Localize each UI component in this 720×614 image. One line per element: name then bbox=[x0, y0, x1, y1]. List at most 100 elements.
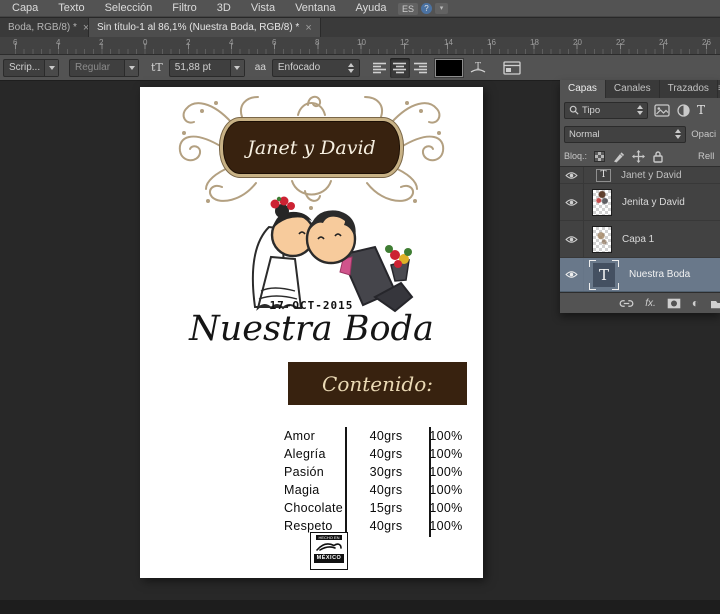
align-center-button[interactable] bbox=[390, 58, 410, 78]
layer-row-jenita-y-david[interactable]: Jenita y David bbox=[560, 184, 720, 221]
adjustment-layer-icon[interactable]: ◐ bbox=[692, 296, 699, 310]
eye-icon bbox=[565, 198, 578, 207]
lock-all-icon[interactable] bbox=[652, 150, 664, 163]
percent-cell: 100% bbox=[428, 519, 464, 533]
language-indicator[interactable]: ES bbox=[398, 3, 418, 15]
horizontal-ruler[interactable]: 6 4 2 0 2 4 6 8 10 12 14 16 18 20 22 24 … bbox=[0, 37, 720, 55]
menu-ayuda[interactable]: Ayuda bbox=[345, 0, 396, 17]
menu-seleccion[interactable]: Selección bbox=[95, 0, 163, 17]
help-icon[interactable]: ? bbox=[421, 3, 432, 14]
ruler-tick-label: 20 bbox=[573, 38, 582, 47]
close-icon[interactable]: × bbox=[305, 22, 311, 34]
item-cell: Pasión bbox=[282, 465, 344, 479]
table-row: Magia 40grs 100% bbox=[282, 481, 464, 499]
adjustment-filter-icon[interactable] bbox=[676, 104, 691, 117]
selected-layer-thumbnail[interactable]: T bbox=[589, 260, 619, 290]
weight-cell: 40grs bbox=[344, 483, 428, 497]
warp-text-button[interactable]: T bbox=[468, 58, 488, 78]
lock-position-icon[interactable] bbox=[632, 150, 645, 163]
language-bar: ES ? ▾ bbox=[398, 1, 448, 16]
ruler-tick-label: 8 bbox=[315, 38, 319, 47]
weight-cell: 40grs bbox=[344, 429, 428, 443]
visibility-toggle[interactable] bbox=[560, 221, 584, 257]
lock-row: Bloq.: Rell bbox=[560, 146, 720, 166]
document-tab-sin-titulo[interactable]: Sin título-1 al 86,1% (Nuestra Boda, RGB… bbox=[89, 18, 321, 37]
visibility-toggle[interactable] bbox=[560, 184, 584, 220]
stepper-icon bbox=[637, 105, 643, 115]
menu-3d[interactable]: 3D bbox=[207, 0, 241, 17]
font-family-value: Scrip... bbox=[9, 62, 40, 73]
tab-canales[interactable]: Canales bbox=[606, 80, 660, 98]
text-color-swatch[interactable] bbox=[436, 60, 462, 76]
tab-label: Boda, RGB/8) * bbox=[8, 22, 77, 33]
document-tab-bar: Boda, RGB/8) * × Sin título-1 al 86,1% (… bbox=[0, 18, 720, 37]
lock-transparency-icon[interactable] bbox=[594, 151, 605, 162]
percent-cell: 100% bbox=[428, 483, 464, 497]
layer-thumbnail[interactable] bbox=[592, 226, 612, 253]
names-badge: Janet y David bbox=[220, 118, 403, 177]
blend-mode-select[interactable]: Normal bbox=[564, 126, 686, 143]
font-size-icon: tT bbox=[151, 61, 163, 74]
chevron-down-icon[interactable] bbox=[230, 60, 244, 76]
couple-names-text: Janet y David bbox=[247, 137, 375, 159]
layer-name: Janet y David bbox=[621, 170, 682, 181]
font-size-select[interactable]: 51,88 pt bbox=[169, 59, 245, 77]
visibility-toggle[interactable] bbox=[560, 167, 584, 183]
layer-mask-icon[interactable] bbox=[667, 298, 681, 309]
wedding-title-text: Nuestra Boda bbox=[140, 309, 483, 349]
layer-row-nuestra-boda-selected[interactable]: T Nuestra Boda bbox=[560, 258, 720, 292]
weight-cell: 40grs bbox=[344, 519, 428, 533]
layer-filter-select[interactable]: Tipo bbox=[564, 102, 648, 119]
menu-texto[interactable]: Texto bbox=[48, 0, 94, 17]
font-size-value: 51,88 pt bbox=[175, 62, 211, 73]
layer-thumbnail[interactable] bbox=[592, 189, 612, 216]
weight-cell: 30grs bbox=[344, 465, 428, 479]
document-canvas[interactable]: Janet y David bbox=[140, 87, 483, 578]
tab-capas[interactable]: Capas bbox=[560, 80, 606, 98]
tab-label: Sin título-1 al 86,1% (Nuestra Boda, RGB… bbox=[97, 22, 299, 33]
table-row: Chocolate 15grs 100% bbox=[282, 499, 464, 517]
link-layers-icon[interactable] bbox=[619, 299, 634, 308]
ruler-tick-label: 14 bbox=[444, 38, 453, 47]
contents-table: Amor 40grs 100% Alegría 40grs 100% Pasió… bbox=[282, 427, 464, 535]
chevron-down-icon[interactable] bbox=[44, 60, 58, 76]
toggle-panels-button[interactable] bbox=[502, 58, 522, 78]
chevron-down-icon[interactable] bbox=[124, 60, 138, 76]
table-divider bbox=[345, 427, 347, 537]
layer-row-capa-1[interactable]: Capa 1 bbox=[560, 221, 720, 258]
menu-vista[interactable]: Vista bbox=[241, 0, 285, 17]
ruler-tick-label: 16 bbox=[487, 38, 496, 47]
align-left-button[interactable] bbox=[370, 58, 390, 78]
layer-style-icon[interactable]: fx. bbox=[645, 298, 656, 309]
ruler-tick-label: 2 bbox=[186, 38, 190, 47]
lock-pixels-icon[interactable] bbox=[612, 150, 625, 163]
stamp-bottom-text: MÉXICO bbox=[314, 554, 344, 563]
menu-ventana[interactable]: Ventana bbox=[285, 0, 345, 17]
pixel-filter-icon[interactable] bbox=[654, 104, 670, 117]
table-divider bbox=[429, 427, 431, 537]
contents-header-text: Contenido: bbox=[322, 372, 433, 396]
menu-filtro[interactable]: Filtro bbox=[162, 0, 206, 17]
menu-capa[interactable]: Capa bbox=[2, 0, 48, 17]
font-family-select[interactable]: Scrip... bbox=[3, 59, 59, 77]
tab-trazados[interactable]: Trazados bbox=[660, 80, 718, 98]
window-footer bbox=[0, 600, 720, 614]
text-layer-icon: T bbox=[596, 169, 611, 182]
layer-row-janet-y-david[interactable]: T Janet y David bbox=[560, 167, 720, 184]
visibility-toggle[interactable] bbox=[560, 258, 584, 291]
font-style-select[interactable]: Regular bbox=[69, 59, 139, 77]
language-menu-icon[interactable]: ▾ bbox=[435, 3, 448, 14]
lock-label: Bloq.: bbox=[564, 151, 587, 161]
item-cell: Alegría bbox=[282, 447, 344, 461]
new-group-icon[interactable] bbox=[710, 298, 720, 309]
stepper-icon bbox=[348, 63, 354, 73]
contents-header-box: Contenido: bbox=[288, 362, 467, 405]
ruler-tick-label: 6 bbox=[13, 38, 17, 47]
document-tab-boda[interactable]: Boda, RGB/8) * × bbox=[0, 18, 89, 37]
anti-alias-select[interactable]: Enfocado bbox=[272, 59, 360, 77]
ruler-tick-label: 4 bbox=[56, 38, 60, 47]
align-right-button[interactable] bbox=[410, 58, 430, 78]
ruler-tick-label: 26 bbox=[702, 38, 711, 47]
type-filter-icon[interactable]: T bbox=[697, 103, 705, 117]
text-layer-icon: T bbox=[593, 263, 615, 287]
